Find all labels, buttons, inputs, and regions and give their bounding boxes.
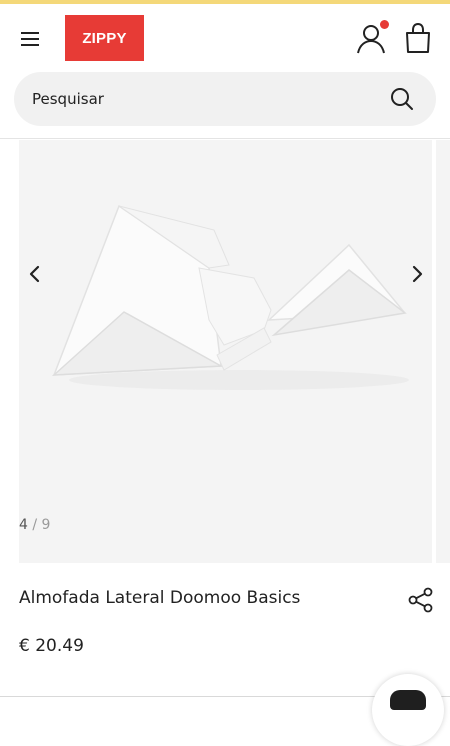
chevron-right-icon xyxy=(412,265,423,283)
notification-dot xyxy=(380,20,389,29)
search-input[interactable] xyxy=(32,72,372,126)
site-header: ZIPPY xyxy=(0,4,450,68)
pager-separator: / xyxy=(32,517,38,533)
product-title: Almofada Lateral Doomoo Basics xyxy=(19,588,301,608)
zippy-logo[interactable]: ZIPPY xyxy=(65,15,144,61)
logo-text: ZIPPY xyxy=(82,29,127,47)
search-icon xyxy=(391,88,413,110)
next-image-button[interactable] xyxy=(405,262,429,286)
search-bar xyxy=(14,72,436,126)
share-button[interactable] xyxy=(407,586,435,614)
product-image xyxy=(51,204,409,390)
product-image-gallery[interactable]: 4 / 9 xyxy=(19,140,432,563)
pager-current: 4 xyxy=(19,517,28,533)
hamburger-menu-icon xyxy=(21,32,39,46)
previous-image-button[interactable] xyxy=(23,262,47,286)
product-price: € 20.49 xyxy=(19,636,84,656)
search-button[interactable] xyxy=(388,85,416,113)
image-pager: 4 / 9 xyxy=(19,517,50,533)
header-divider xyxy=(0,138,450,139)
pager-total: 9 xyxy=(41,517,51,533)
share-icon xyxy=(408,587,433,613)
shopping-bag-icon xyxy=(406,22,430,53)
next-slide-peek xyxy=(436,140,450,563)
menu-button[interactable] xyxy=(14,24,46,54)
chat-button[interactable] xyxy=(372,674,444,746)
chat-icon xyxy=(390,690,426,710)
chevron-left-icon xyxy=(29,265,40,283)
cart-button[interactable] xyxy=(402,22,434,56)
